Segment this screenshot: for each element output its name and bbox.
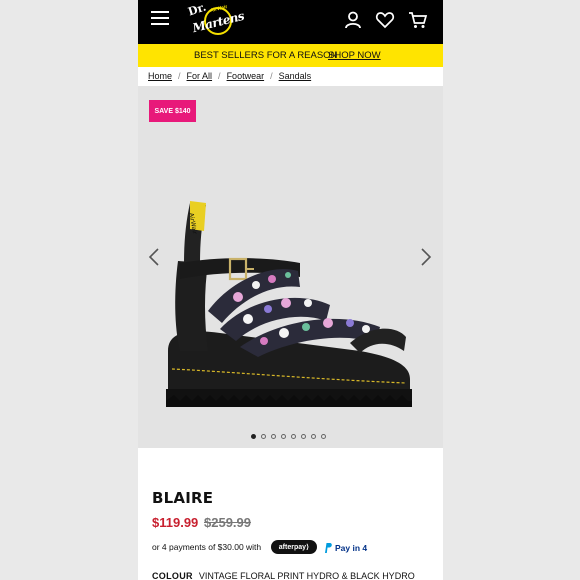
pagination-dot[interactable] (271, 434, 276, 439)
gallery-pagination (251, 434, 331, 440)
original-price: $259.99 (204, 515, 251, 530)
promo-banner: BEST SELLERS FOR A REASON SHOP NOW (138, 44, 443, 67)
chevron-left-icon[interactable] (147, 246, 161, 268)
breadcrumb-footwear[interactable]: Footwear (227, 71, 265, 81)
product-details: BLAIRE $119.99 $259.99 or 4 payments of … (138, 448, 443, 580)
colour-row: COLOUR VINTAGE FLORAL PRINT HYDRO & BLACK… (152, 571, 415, 580)
sale-price: $119.99 (152, 515, 199, 530)
breadcrumb-for-all[interactable]: For All (187, 71, 213, 81)
pagination-dot[interactable] (261, 434, 266, 439)
pagination-dot[interactable] (301, 434, 306, 439)
brand-logo[interactable]: Dr. Martens AirWair (186, 1, 248, 39)
pagination-dot[interactable] (311, 434, 316, 439)
colour-value: VINTAGE FLORAL PRINT HYDRO & BLACK HYDRO (198, 571, 415, 580)
pagination-dot[interactable] (281, 434, 286, 439)
user-icon[interactable] (343, 10, 363, 30)
shop-now-link[interactable]: SHOP NOW (328, 50, 381, 61)
save-badge: SAVE $140 (149, 100, 196, 122)
afterpay-badge[interactable]: afterpay⟩ (271, 540, 317, 554)
paypal-icon (325, 542, 332, 553)
mobile-page: Dr. Martens AirWair BEST SELLERS FOR A R… (138, 0, 443, 580)
breadcrumb-sandals[interactable]: Sandals (279, 71, 312, 81)
product-title: BLAIRE (152, 489, 214, 507)
product-image-gallery[interactable]: SAVE $140 AirWair (138, 86, 443, 448)
heart-icon[interactable] (375, 10, 395, 30)
pagination-dot[interactable] (321, 434, 326, 439)
right-margin (443, 0, 580, 580)
paypal-pay-in-4[interactable]: Pay in 4 (324, 541, 367, 554)
product-image: AirWair (166, 201, 412, 407)
paypal-label: Pay in 4 (335, 542, 368, 553)
chevron-right-icon[interactable] (419, 246, 433, 268)
installments-text: or 4 payments of $30.00 with (152, 542, 262, 552)
promo-message: BEST SELLERS FOR A REASON (194, 50, 338, 61)
colour-label: COLOUR (152, 571, 193, 580)
hamburger-icon[interactable] (151, 11, 169, 25)
breadcrumb: Home / For All / Footwear / Sandals (148, 71, 312, 81)
pagination-dot[interactable] (291, 434, 296, 439)
left-margin (0, 0, 138, 580)
top-navigation: Dr. Martens AirWair (138, 0, 443, 44)
pagination-dot[interactable] (251, 434, 256, 439)
cart-icon[interactable] (408, 10, 428, 30)
breadcrumb-home[interactable]: Home (148, 71, 172, 81)
